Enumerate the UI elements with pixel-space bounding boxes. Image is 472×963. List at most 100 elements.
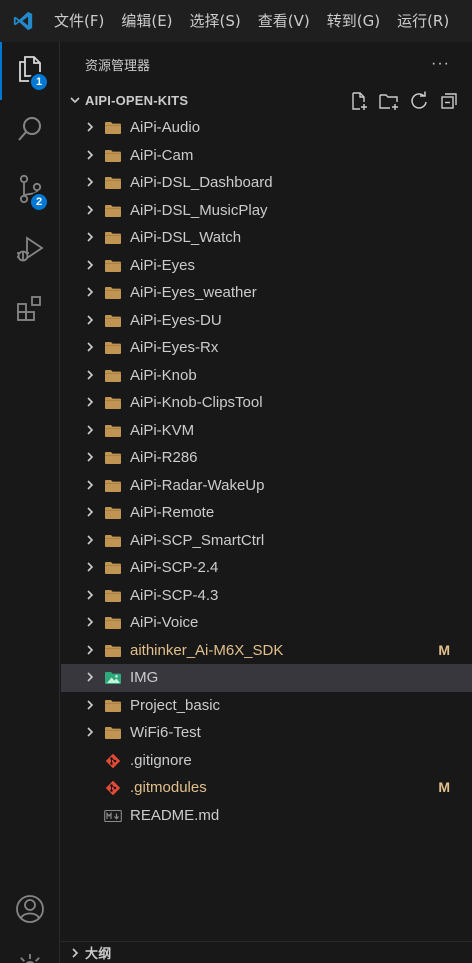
folder-icon <box>104 119 122 137</box>
tree-item-label: AiPi-Eyes <box>130 256 196 274</box>
tree-item[interactable]: AiPi-SCP-4.3 <box>61 582 472 610</box>
run-debug-activity[interactable] <box>0 222 60 280</box>
tree-item[interactable]: AiPi-Eyes_weather <box>61 279 472 307</box>
git-file-icon <box>104 752 122 770</box>
tree-item[interactable]: AiPi-Knob-ClipsTool <box>61 389 472 417</box>
chevron-right-icon <box>82 119 98 135</box>
collapse-all-icon[interactable] <box>438 90 460 112</box>
tree-item[interactable]: AiPi-SCP_SmartCtrl <box>61 527 472 555</box>
tree-item-label: AiPi-DSL_Watch <box>130 229 242 246</box>
chevron-right-icon <box>82 394 98 410</box>
chevron-right-icon <box>82 367 98 383</box>
tree-item[interactable]: aithinker_Ai-M6X_SDK M <box>61 637 472 665</box>
chevron-down-icon <box>67 92 83 108</box>
tree-item[interactable]: AiPi-Knob <box>61 362 472 390</box>
tree-item[interactable]: .gitmodules M <box>61 774 472 802</box>
gear-icon <box>15 952 45 963</box>
extensions-activity[interactable] <box>0 282 60 340</box>
tree-item[interactable]: AiPi-Voice <box>61 609 472 637</box>
folder-icon <box>104 587 122 605</box>
chevron-right-icon <box>82 697 98 713</box>
chevron-right-icon <box>82 147 98 163</box>
tree-item[interactable]: IMG <box>61 664 472 692</box>
source-control-activity[interactable]: 2 <box>0 162 60 220</box>
new-file-icon[interactable] <box>348 90 370 112</box>
source-control-badge: 2 <box>29 192 49 212</box>
search-icon <box>16 115 44 148</box>
tree-item[interactable]: AiPi-Remote <box>61 499 472 527</box>
vscode-logo-icon <box>0 0 46 42</box>
tree-item[interactable]: AiPi-Radar-WakeUp <box>61 472 472 500</box>
tree-item-label: AiPi-Cam <box>130 146 194 164</box>
tree-item[interactable]: Project_basic <box>61 692 472 720</box>
outline-section-header[interactable]: 大纲 <box>61 941 472 963</box>
menu-bar: 文件(F) 编辑(E) 选择(S) 查看(V) 转到(G) 运行(R) <box>46 0 458 42</box>
tree-item[interactable]: AiPi-Cam <box>61 142 472 170</box>
folder-icon <box>104 614 122 632</box>
tree-item[interactable]: AiPi-DSL_Dashboard <box>61 169 472 197</box>
file-tree: AiPi-Audio AiPi-Cam AiPi-DSL_Dashboard AiPi… <box>61 114 472 829</box>
refresh-icon[interactable] <box>408 90 430 112</box>
markdown-file-icon <box>104 807 122 825</box>
search-activity[interactable] <box>0 102 60 160</box>
extensions-icon <box>15 294 45 329</box>
chevron-right-icon <box>82 422 98 438</box>
tree-item[interactable]: AiPi-DSL_MusicPlay <box>61 197 472 225</box>
accounts-activity[interactable] <box>0 882 60 940</box>
explorer-activity[interactable]: 1 <box>0 42 60 100</box>
folder-icon <box>104 312 122 330</box>
tree-item-label: .gitignore <box>130 751 192 769</box>
manage-activity[interactable] <box>0 940 60 963</box>
chevron-right-icon <box>82 229 98 245</box>
tree-item-label: AiPi-KVM <box>130 421 195 439</box>
tree-item-label: aithinker_Ai-M6X_SDK <box>130 641 284 659</box>
menu-selection[interactable]: 选择(S) <box>182 0 250 42</box>
tree-item-label: AiPi-Knob <box>130 366 197 384</box>
git-status-badge: M <box>438 779 450 795</box>
tree-item[interactable]: WiFi6-Test <box>61 719 472 747</box>
tree-item[interactable]: .gitignore <box>61 747 472 775</box>
chevron-right-icon <box>82 284 98 300</box>
tree-item[interactable]: AiPi-Eyes-DU <box>61 307 472 335</box>
tree-item-label: WiFi6-Test <box>130 724 201 741</box>
menu-view[interactable]: 查看(V) <box>250 0 319 42</box>
menu-edit[interactable]: 编辑(E) <box>113 0 181 42</box>
folder-icon <box>104 257 122 275</box>
menu-file[interactable]: 文件(F) <box>46 0 113 42</box>
workspace-title: AIPI-OPEN-KITS <box>85 92 189 108</box>
sidebar-title: 资源管理器 <box>85 58 151 74</box>
menu-go[interactable]: 转到(G) <box>319 0 389 42</box>
folder-icon <box>104 339 122 357</box>
tree-item[interactable]: AiPi-SCP-2.4 <box>61 554 472 582</box>
tree-item[interactable]: AiPi-Eyes <box>61 252 472 280</box>
tree-item[interactable]: README.md <box>61 802 472 830</box>
workspace-section-header[interactable]: AIPI-OPEN-KITS <box>61 86 472 114</box>
tree-item-label: AiPi-Remote <box>130 504 215 521</box>
folder-icon <box>104 284 122 302</box>
title-bar: 文件(F) 编辑(E) 选择(S) 查看(V) 转到(G) 运行(R) <box>0 0 472 42</box>
more-actions-icon[interactable]: ··· <box>431 55 450 73</box>
folder-icon <box>104 202 122 220</box>
folder-icon <box>104 477 122 495</box>
tree-item[interactable]: AiPi-KVM <box>61 417 472 445</box>
folder-icon <box>104 504 122 522</box>
chevron-right-icon <box>82 642 98 658</box>
chevron-right-icon <box>82 202 98 218</box>
chevron-right-icon <box>82 174 98 190</box>
chevron-right-icon <box>82 669 98 685</box>
tree-item[interactable]: AiPi-DSL_Watch <box>61 224 472 252</box>
tree-item[interactable]: AiPi-Audio <box>61 114 472 142</box>
activity-bar: 1 2 <box>0 42 60 963</box>
chevron-right-icon <box>82 477 98 493</box>
tree-item-label: AiPi-SCP-4.3 <box>130 586 219 604</box>
folder-icon <box>104 532 122 550</box>
new-folder-icon[interactable] <box>378 90 400 112</box>
chevron-right-icon <box>82 257 98 273</box>
menu-run[interactable]: 运行(R) <box>389 0 458 42</box>
chevron-right-icon <box>82 559 98 575</box>
folder-icon <box>104 147 122 165</box>
tree-item-label: AiPi-DSL_Dashboard <box>130 174 273 191</box>
tree-item[interactable]: AiPi-Eyes-Rx <box>61 334 472 362</box>
tree-item[interactable]: AiPi-R286 <box>61 444 472 472</box>
folder-icon <box>104 394 122 412</box>
